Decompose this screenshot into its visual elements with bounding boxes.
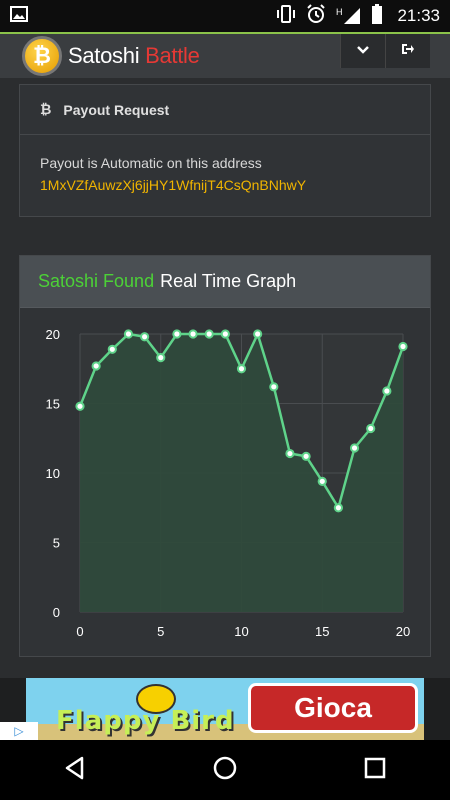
status-bar: H 21:33: [0, 0, 450, 32]
y-tick-label: 20: [46, 327, 60, 342]
logout-button[interactable]: [385, 34, 430, 68]
logo[interactable]: ₿ Satoshi Battle: [22, 36, 200, 76]
menu-toggle-button[interactable]: [340, 34, 385, 68]
back-icon: [64, 756, 86, 785]
graph-panel: Satoshi Found Real Time Graph 0 5 10 15 20 0 5…: [19, 255, 431, 657]
ad-area: Flappy Bird Gioca ▷: [0, 678, 450, 740]
chevron-down-icon: [356, 42, 370, 60]
clock: 21:33: [397, 6, 440, 25]
brand-part2: Battle: [145, 43, 200, 68]
alarm-icon: [306, 3, 326, 29]
payout-header: ₿ Payout Request: [20, 85, 430, 135]
data-point: [204, 329, 214, 339]
data-point: [366, 423, 376, 434]
brand-part1: Satoshi: [68, 43, 140, 68]
data-point: [333, 503, 343, 513]
payout-address[interactable]: 1MxVZfAuwzXj6jjHY1WfnijT4CsQnBNhwY: [40, 177, 410, 193]
logout-icon: [401, 42, 415, 60]
adchoices-icon[interactable]: ▷: [0, 722, 38, 740]
data-point: [188, 329, 198, 339]
data-point: [253, 329, 263, 339]
navigation-bar: [0, 740, 450, 800]
recents-button[interactable]: [355, 750, 395, 790]
data-point: [107, 344, 117, 354]
home-button[interactable]: [205, 750, 245, 790]
payout-panel: ₿ Payout Request Payout is Automatic on …: [19, 84, 431, 217]
data-point: [123, 329, 134, 339]
y-tick-label: 15: [46, 397, 60, 412]
graph-header: Satoshi Found Real Time Graph: [20, 256, 430, 308]
y-tick-label: 10: [46, 466, 60, 481]
app-header: ₿ Satoshi Battle: [0, 34, 450, 78]
real-time-chart: 0 5 10 15 20 0 5 10 15 20: [46, 327, 411, 639]
graph-title-highlight: Satoshi Found: [38, 271, 155, 291]
bitcoin-logo-icon: ₿: [22, 36, 62, 76]
data-point: [349, 443, 360, 453]
y-tick-label: 0: [53, 605, 60, 620]
payout-title: Payout Request: [63, 101, 170, 118]
x-tick-label: 0: [76, 624, 83, 639]
image-icon: [10, 5, 28, 27]
graph-title: Real Time Graph: [160, 271, 297, 291]
x-tick-label: 10: [234, 624, 248, 639]
bitcoin-icon: ₿: [40, 102, 52, 118]
back-button[interactable]: [55, 750, 95, 790]
data-point: [269, 382, 279, 392]
data-point: [75, 401, 85, 411]
home-icon: [213, 756, 237, 785]
ad-game-title: Flappy Bird: [56, 706, 235, 736]
network-type-label: H: [335, 7, 343, 17]
data-point: [285, 448, 295, 459]
data-point: [382, 386, 392, 396]
brand-name: Satoshi Battle: [68, 43, 200, 69]
x-tick-label: 15: [315, 624, 329, 639]
x-tick-label: 5: [157, 624, 164, 639]
data-point: [398, 341, 408, 352]
data-point: [156, 353, 166, 363]
data-point: [91, 361, 101, 371]
data-point: [220, 329, 230, 339]
y-tick-label: 5: [53, 536, 60, 551]
data-point: [172, 329, 182, 339]
ad-play-button[interactable]: Gioca: [248, 683, 418, 733]
data-point: [317, 476, 327, 486]
vibrate-icon: [276, 4, 296, 28]
battery-icon: [371, 3, 383, 29]
signal-icon: H: [336, 7, 362, 25]
data-point: [140, 332, 150, 342]
payout-text: Payout is Automatic on this address: [40, 155, 262, 171]
data-point: [236, 364, 247, 374]
recents-icon: [364, 757, 386, 784]
ad-banner[interactable]: Flappy Bird Gioca: [26, 678, 424, 740]
x-tick-label: 20: [396, 624, 410, 639]
payout-body: Payout is Automatic on this address 1MxV…: [20, 135, 430, 213]
data-point: [301, 451, 311, 461]
header-buttons: [340, 34, 430, 68]
